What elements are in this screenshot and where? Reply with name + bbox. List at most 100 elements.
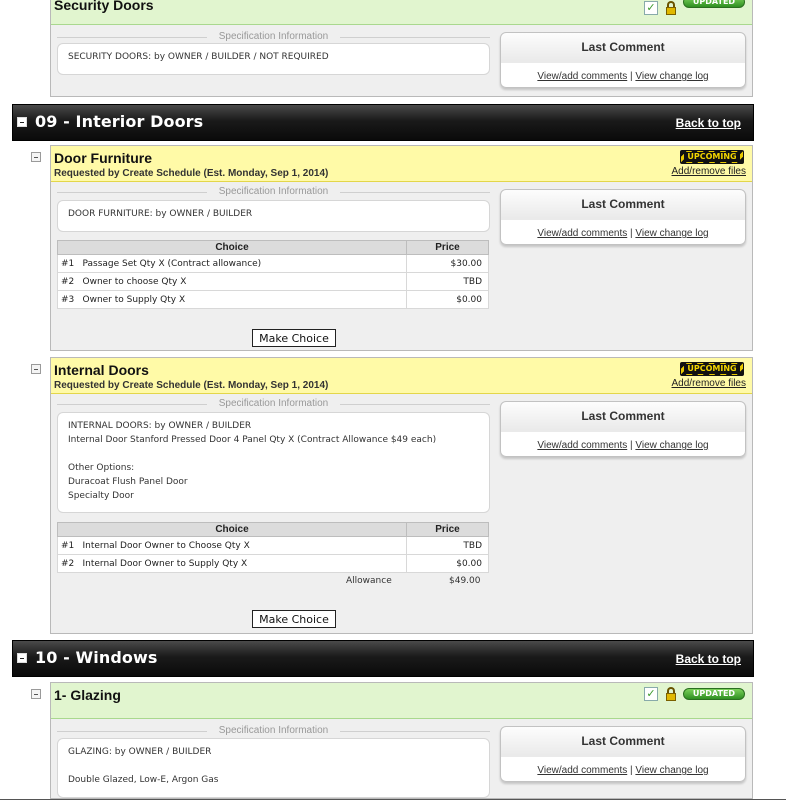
last-comment-box: Last Comment View/add comments | View ch… (500, 189, 746, 245)
last-comment-box: Last Comment View/add comments | View ch… (500, 32, 746, 88)
last-comment-box: Last Comment View/add comments | View ch… (500, 401, 746, 457)
view-comments-link[interactable]: View/add comments (537, 765, 627, 776)
choice-description: Passage Set Qty X (Contract allowance) (79, 254, 407, 273)
comment-links: View/add comments | View change log (501, 440, 745, 451)
make-choice-button[interactable]: Make Choice (252, 329, 336, 347)
choice-price: TBD (406, 272, 489, 291)
last-comment-box: Last Comment View/add comments | View ch… (500, 726, 746, 782)
spec-label: Specification Information (57, 398, 490, 409)
table-row[interactable]: #1 Internal Door Owner to Choose Qty X T… (57, 536, 489, 555)
spec-box: DOOR FURNITURE: by OWNER / BUILDER (57, 200, 490, 232)
table-header-row: Choice Price (57, 522, 489, 537)
choice-description: Owner to Supply Qty X (79, 290, 407, 309)
view-change-log-link[interactable]: View change log (635, 71, 708, 82)
view-change-log-link[interactable]: View change log (635, 765, 708, 776)
comment-links: View/add comments | View change log (501, 765, 745, 776)
item-header: Internal Doors Requested by Create Sched… (51, 358, 752, 394)
upcoming-badge-label: UPCOMING (684, 364, 740, 374)
add-remove-files-link[interactable]: Add/remove files (672, 166, 746, 177)
spec-line: Double Glazed, Low-E, Argon Gas (68, 775, 219, 785)
item-header: Door Furniture Requested by Create Sched… (51, 146, 752, 182)
page-divider (0, 799, 786, 800)
section-header-windows: 10 - Windows Back to top (12, 640, 754, 677)
spec-box: INTERNAL DOORS: by OWNER / BUILDER Inter… (57, 412, 490, 513)
choice-table: Choice Price #1 Internal Door Owner to C… (57, 522, 489, 573)
choice-table: Choice Price #1 Passage Set Qty X (Contr… (57, 240, 489, 309)
view-comments-link[interactable]: View/add comments (537, 440, 627, 451)
allowance-value: $49.00 (449, 576, 481, 586)
spec-line: SECURITY DOORS: by OWNER / BUILDER / NOT… (68, 52, 329, 62)
column-header-price: Price (406, 240, 489, 255)
collapse-item-icon[interactable] (31, 152, 41, 162)
last-comment-title: Last Comment (581, 409, 665, 423)
choice-price: TBD (406, 536, 489, 555)
column-header-choice: Choice (57, 522, 407, 537)
section-title: 09 - Interior Doors (35, 112, 204, 131)
item-security-doors: Security Doors ✓ UPDATED Specification I… (50, 0, 753, 97)
collapse-item-icon[interactable] (31, 689, 41, 699)
link-separator: | (630, 228, 633, 239)
view-comments-link[interactable]: View/add comments (537, 71, 627, 82)
back-to-top-link[interactable]: Back to top (676, 652, 741, 666)
link-separator: | (630, 71, 633, 82)
add-remove-files-link[interactable]: Add/remove files (672, 378, 746, 389)
spec-label: Specification Information (57, 186, 490, 197)
table-row[interactable]: #2 Owner to choose Qty X TBD (57, 272, 489, 291)
collapse-section-icon[interactable] (17, 117, 27, 127)
lock-icon (666, 1, 676, 15)
choice-description: Owner to choose Qty X (79, 272, 407, 291)
section-header-interior-doors: 09 - Interior Doors Back to top (12, 104, 754, 141)
choice-number: #2 (57, 272, 80, 291)
table-row[interactable]: #1 Passage Set Qty X (Contract allowance… (57, 254, 489, 273)
spec-line: Duracoat Flush Panel Door (68, 477, 188, 487)
spec-line: Other Options: (68, 463, 135, 473)
requested-by-text: Requested by Create Schedule (Est. Monda… (54, 380, 329, 391)
collapse-item-icon[interactable] (31, 364, 41, 374)
view-change-log-link[interactable]: View change log (635, 228, 708, 239)
item-title: Internal Doors (54, 362, 149, 378)
spec-line (68, 447, 479, 461)
column-header-choice: Choice (57, 240, 407, 255)
last-comment-title: Last Comment (581, 197, 665, 211)
table-row[interactable]: #3 Owner to Supply Qty X $0.00 (57, 290, 489, 309)
item-door-furniture: Door Furniture Requested by Create Sched… (50, 145, 753, 351)
collapse-section-icon[interactable] (17, 653, 27, 663)
item-internal-doors: Internal Doors Requested by Create Sched… (50, 357, 753, 634)
table-header-row: Choice Price (57, 240, 489, 255)
last-comment-title: Last Comment (581, 40, 665, 54)
item-title: 1- Glazing (54, 687, 121, 703)
view-change-log-link[interactable]: View change log (635, 440, 708, 451)
lock-icon (666, 687, 676, 701)
updated-badge: UPDATED (683, 0, 745, 8)
upcoming-badge-label: UPCOMING (684, 152, 740, 162)
column-header-price: Price (406, 522, 489, 537)
back-to-top-link[interactable]: Back to top (676, 116, 741, 130)
choice-price: $30.00 (406, 254, 489, 273)
spec-line: GLAZING: by OWNER / BUILDER (68, 747, 212, 757)
view-comments-link[interactable]: View/add comments (537, 228, 627, 239)
spec-line: DOOR FURNITURE: by OWNER / BUILDER (68, 209, 253, 219)
choice-description: Internal Door Owner to Supply Qty X (79, 554, 407, 573)
make-choice-button[interactable]: Make Choice (252, 610, 336, 628)
item-header: 1- Glazing ✓ UPDATED (51, 683, 752, 719)
choice-price: $0.00 (406, 554, 489, 573)
updated-badge: UPDATED (683, 688, 745, 700)
last-comment-title: Last Comment (581, 734, 665, 748)
allowance-label: Allowance (346, 576, 392, 586)
spec-box: SECURITY DOORS: by OWNER / BUILDER / NOT… (57, 43, 490, 75)
section-title: 10 - Windows (35, 648, 158, 667)
item-header: Security Doors ✓ UPDATED (51, 0, 752, 25)
choice-price: $0.00 (406, 290, 489, 309)
comment-links: View/add comments | View change log (501, 71, 745, 82)
spec-line: INTERNAL DOORS: by OWNER / BUILDER (68, 421, 252, 431)
spec-line: Internal Door Stanford Pressed Door 4 Pa… (68, 435, 437, 445)
table-row[interactable]: #2 Internal Door Owner to Supply Qty X $… (57, 554, 489, 573)
item-glazing: 1- Glazing ✓ UPDATED Specification Infor… (50, 682, 753, 799)
choice-description: Internal Door Owner to Choose Qty X (79, 536, 407, 555)
spec-label: Specification Information (57, 725, 490, 736)
link-separator: | (630, 765, 633, 776)
spec-line: Specialty Door (68, 491, 134, 501)
link-separator: | (630, 440, 633, 451)
choice-number: #1 (57, 536, 80, 555)
item-title: Security Doors (54, 0, 154, 13)
